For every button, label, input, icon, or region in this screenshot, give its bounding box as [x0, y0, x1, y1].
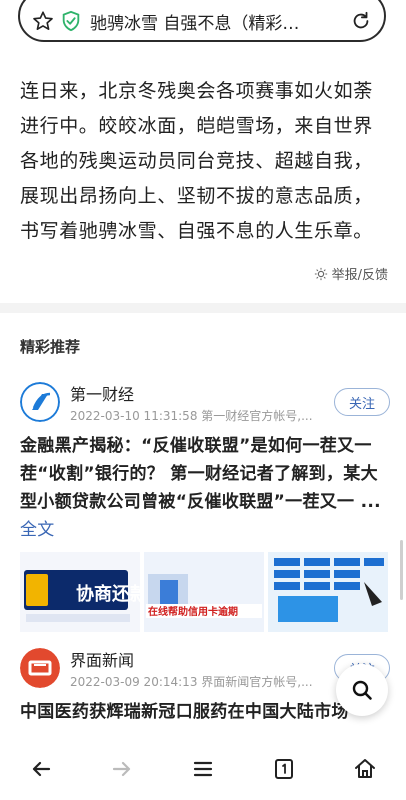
arrow-right-icon — [112, 761, 130, 777]
reload-icon[interactable] — [350, 10, 372, 32]
recommend-section-title: 精彩推荐 — [20, 338, 81, 356]
source-name[interactable]: 第一财经 — [70, 381, 334, 405]
arrow-left-icon — [32, 761, 50, 777]
menu-button[interactable] — [183, 749, 223, 789]
tabs-button[interactable] — [264, 749, 304, 789]
card-title[interactable]: 中国医药获辉瑞新冠口服药在中国大陆市场 — [20, 698, 390, 726]
back-button[interactable] — [21, 749, 61, 789]
address-bar: 驰骋冰雪 自强不息（精彩… — [0, 0, 406, 52]
thumbnail-3-image — [268, 552, 388, 632]
search-icon — [352, 680, 372, 700]
report-feedback-link[interactable]: 举报/反馈 — [314, 264, 388, 283]
thumbnail-3[interactable] — [268, 552, 388, 632]
bottom-navigation — [0, 738, 406, 800]
feed-card[interactable]: 界面新闻 2022-03-09 20:14:13 界面新闻官方帐号,... 关注… — [20, 646, 390, 726]
star-icon[interactable] — [32, 10, 54, 32]
forward-button[interactable] — [102, 749, 142, 789]
url-pill[interactable]: 驰骋冰雪 自强不息（精彩… — [18, 0, 386, 42]
follow-button[interactable]: 关注 — [334, 388, 390, 416]
card-title[interactable]: 金融黑产揭秘：“反催收联盟”是如何一茬又一茬“收割”银行的？ 第一财经记者了解到… — [20, 432, 390, 544]
thumbnail-2[interactable]: 在线帮助信用卡逾期 — [144, 552, 264, 632]
section-divider — [0, 303, 406, 313]
report-icon — [314, 267, 327, 280]
page-title[interactable]: 驰骋冰雪 自强不息（精彩… — [90, 9, 344, 34]
source-meta: 2022-03-10 11:31:58 第一财经官方帐号,... — [70, 408, 313, 423]
card-title-text: 金融黑产揭秘：“反催收联盟”是如何一茬又一茬“收割”银行的？ 第一财经记者了解到… — [20, 436, 381, 512]
read-more-link[interactable]: 全文 — [20, 520, 55, 540]
tabs-icon — [275, 759, 294, 779]
source-name[interactable]: 界面新闻 — [70, 647, 334, 671]
thumbnail-2-image: 在线帮助信用卡逾期 — [144, 552, 264, 632]
source-meta: 2022-03-09 20:14:13 界面新闻官方帐号,... — [70, 674, 313, 689]
card-header: 第一财经 2022-03-10 11:31:58 第一财经官方帐号,... 关注 — [20, 380, 390, 424]
thumbnail-1[interactable]: 协商还款 — [20, 552, 140, 632]
menu-icon — [193, 761, 213, 777]
card-header: 界面新闻 2022-03-09 20:14:13 界面新闻官方帐号,... 关注 — [20, 646, 390, 690]
article-paragraph: 连日来，北京冬残奥会各项赛事如火如荼进行中。皎皎冰面，皑皑雪场，来自世界各地的残… — [20, 80, 373, 242]
feed-card[interactable]: 第一财经 2022-03-10 11:31:58 第一财经官方帐号,... 关注… — [20, 380, 390, 632]
thumbnail-1-image: 协商还款 — [20, 552, 140, 632]
thumbnail-1-text: 协商还款 — [76, 583, 140, 605]
card-title-text: 中国医药获辉瑞新冠口服药在中国大陆市场 — [20, 702, 349, 722]
yicai-logo-icon[interactable] — [20, 382, 60, 422]
thumbnail-row: 协商还款 在线帮助信用卡逾期 — [20, 552, 390, 632]
thumbnail-2-text: 在线帮助信用卡逾期 — [148, 605, 238, 618]
home-button[interactable] — [345, 749, 385, 789]
report-label: 举报/反馈 — [331, 268, 388, 283]
scrollbar[interactable] — [400, 540, 403, 600]
shield-check-icon — [62, 10, 80, 32]
floating-search-button[interactable] — [336, 664, 388, 716]
home-icon — [355, 759, 376, 778]
jiemian-logo-icon[interactable] — [20, 648, 60, 688]
